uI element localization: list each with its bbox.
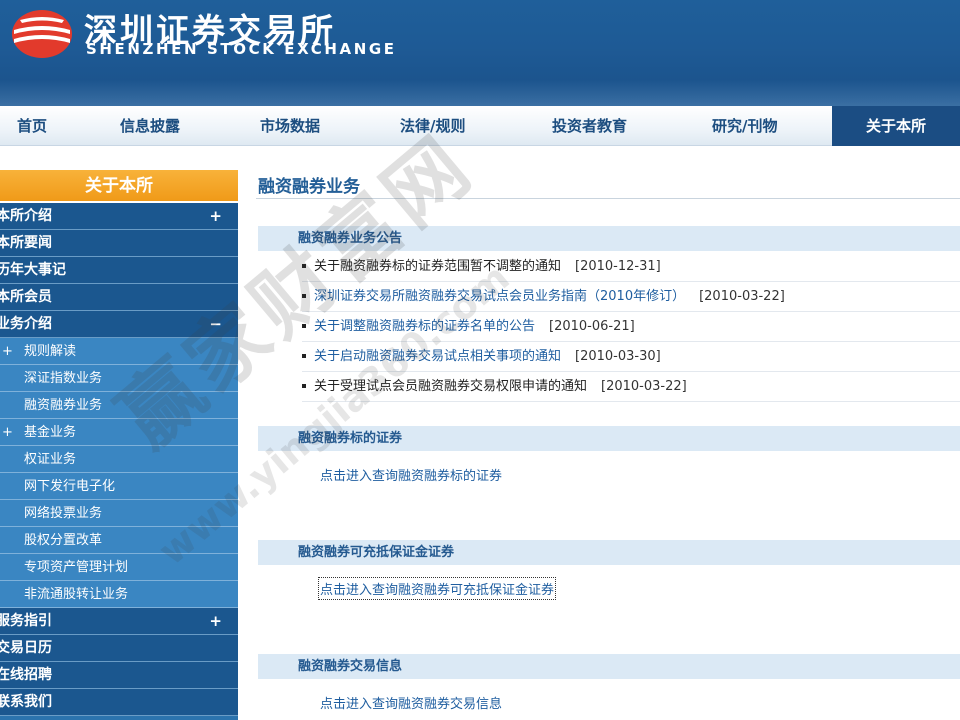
eligible-securities-query-link[interactable]: 点击进入查询融资融券标的证券 bbox=[320, 465, 502, 484]
nav-investor-education[interactable]: 投资者教育 bbox=[552, 106, 627, 146]
szse-logo-icon[interactable] bbox=[10, 8, 74, 60]
sidebar-item-recruitment[interactable]: 在线招聘 bbox=[0, 662, 238, 689]
sidebar-item-label: 业务介绍 bbox=[0, 316, 52, 332]
notice-title[interactable]: 深圳证券交易所融资融券交易试点会员业务指南（2010年修订） bbox=[314, 289, 685, 304]
site-header: 深圳证券交易所 SHENZHEN STOCK EXCHANGE bbox=[0, 0, 960, 106]
bullet-icon bbox=[302, 353, 306, 358]
section-header-collateral-securities: 融资融券可充抵保证金证券 bbox=[258, 540, 960, 565]
sidebar-item-label: 联系我们 bbox=[0, 694, 52, 710]
sidebar-subitem-rules[interactable]: + 规则解读 bbox=[0, 338, 238, 365]
sidebar-item-label: 历年大事记 bbox=[0, 262, 66, 278]
sidebar-item-label: 本所会员 bbox=[0, 289, 52, 305]
expand-plus-icon[interactable]: + bbox=[209, 608, 222, 634]
notice-row[interactable]: 深圳证券交易所融资融券交易试点会员业务指南（2010年修订） [2010-03-2… bbox=[302, 282, 960, 312]
sidebar-item-history[interactable]: 历年大事记 bbox=[0, 257, 238, 284]
sidebar-item-label: 交易日历 bbox=[0, 640, 52, 656]
sidebar-subitem-label: 专项资产管理计划 bbox=[24, 560, 129, 575]
sidebar-item-label: 在线招聘 bbox=[0, 667, 52, 683]
expand-plus-icon[interactable]: + bbox=[2, 338, 13, 364]
sidebar-subitem-warrants[interactable]: 权证业务 bbox=[0, 446, 238, 473]
sidebar: 关于本所 本所介绍 + 本所要闻 历年大事记 本所会员 业务介绍 − + 规则解… bbox=[0, 170, 238, 720]
nav-about-us[interactable]: 关于本所 bbox=[832, 106, 960, 146]
nav-market-data[interactable]: 市场数据 bbox=[260, 106, 320, 146]
sidebar-item-news[interactable]: 本所要闻 bbox=[0, 230, 238, 257]
title-divider bbox=[256, 198, 960, 199]
top-navigation: 首页 信息披露 市场数据 法律/规则 投资者教育 研究/刊物 关于本所 bbox=[0, 106, 960, 146]
sidebar-item-calendar[interactable]: 交易日历 bbox=[0, 635, 238, 662]
notice-title[interactable]: 关于启动融资融券交易试点相关事项的通知 bbox=[314, 349, 561, 364]
sidebar-subitem-label: 深证指数业务 bbox=[24, 371, 103, 386]
section-header-announcements: 融资融券业务公告 bbox=[258, 226, 960, 251]
sidebar-subitem-label: 融资融券业务 bbox=[24, 398, 103, 413]
bullet-icon bbox=[302, 323, 306, 328]
notice-title[interactable]: 关于受理试点会员融资融券交易权限申请的通知 bbox=[314, 379, 587, 394]
sidebar-item-label: 本所介绍 bbox=[0, 208, 52, 224]
sidebar-subitem-offline-issuance[interactable]: 网下发行电子化 bbox=[0, 473, 238, 500]
sidebar-item-contact[interactable]: 联系我们 bbox=[0, 689, 238, 716]
section-header-eligible-securities: 融资融券标的证券 bbox=[258, 426, 960, 451]
expand-plus-icon[interactable]: + bbox=[2, 419, 13, 445]
sidebar-subitem-label: 非流通股转让业务 bbox=[24, 587, 129, 602]
notice-title[interactable]: 关于调整融资融券标的证券名单的公告 bbox=[314, 319, 535, 334]
notice-date: [2010-03-22] bbox=[699, 289, 785, 304]
notice-row[interactable]: 关于受理试点会员融资融券交易权限申请的通知 [2010-03-22] bbox=[302, 372, 960, 402]
sidebar-subitem-label: 网下发行电子化 bbox=[24, 479, 116, 494]
logo-english-text: SHENZHEN STOCK EXCHANGE bbox=[86, 40, 397, 58]
sidebar-item-about[interactable]: 本所介绍 + bbox=[0, 203, 238, 230]
sidebar-item-members[interactable]: 本所会员 bbox=[0, 284, 238, 311]
sidebar-subitem-label: 网络投票业务 bbox=[24, 506, 103, 521]
sidebar-subitem-margin-trading[interactable]: 融资融券业务 bbox=[0, 392, 238, 419]
collapse-minus-icon[interactable]: − bbox=[209, 311, 222, 337]
section-header-trading-info: 融资融券交易信息 bbox=[258, 654, 960, 679]
page-title: 融资融券业务 bbox=[258, 177, 360, 197]
sidebar-subitem-label: 规则解读 bbox=[24, 344, 77, 359]
notice-row[interactable]: 关于融资融券标的证券范围暂不调整的通知 [2010-12-31] bbox=[302, 252, 960, 282]
notice-date: [2010-03-22] bbox=[601, 379, 687, 394]
sidebar-subitem-label: 基金业务 bbox=[24, 425, 77, 440]
notice-title[interactable]: 关于融资融券标的证券范围暂不调整的通知 bbox=[314, 259, 561, 274]
sidebar-subitem-asset-mgmt[interactable]: 专项资产管理计划 bbox=[0, 554, 238, 581]
sidebar-item-business[interactable]: 业务介绍 − bbox=[0, 311, 238, 338]
bullet-icon bbox=[302, 293, 306, 298]
nav-research[interactable]: 研究/刊物 bbox=[712, 106, 777, 146]
nav-laws-rules[interactable]: 法律/规则 bbox=[400, 106, 465, 146]
sidebar-subitem-online-voting[interactable]: 网络投票业务 bbox=[0, 500, 238, 527]
sidebar-item-label: 本所要闻 bbox=[0, 235, 52, 251]
nav-home[interactable]: 首页 bbox=[17, 106, 47, 146]
sidebar-subitem-nontradable[interactable]: 非流通股转让业务 bbox=[0, 581, 238, 608]
notice-row[interactable]: 关于启动融资融券交易试点相关事项的通知 [2010-03-30] bbox=[302, 342, 960, 372]
collateral-securities-query-link[interactable]: 点击进入查询融资融券可充抵保证金证券 bbox=[317, 577, 557, 600]
notice-date: [2010-12-31] bbox=[575, 259, 661, 274]
bullet-icon bbox=[302, 263, 306, 268]
sidebar-subitem-funds[interactable]: + 基金业务 bbox=[0, 419, 238, 446]
notice-row[interactable]: 关于调整融资融券标的证券名单的公告 [2010-06-21] bbox=[302, 312, 960, 342]
sidebar-title: 关于本所 bbox=[0, 170, 238, 203]
sidebar-subitem-label: 权证业务 bbox=[24, 452, 77, 467]
sidebar-subitem-index[interactable]: 深证指数业务 bbox=[0, 365, 238, 392]
sidebar-subitem-label: 股权分置改革 bbox=[24, 533, 103, 548]
nav-disclosure[interactable]: 信息披露 bbox=[120, 106, 180, 146]
bullet-icon bbox=[302, 383, 306, 388]
sidebar-item-service[interactable]: 服务指引 + bbox=[0, 608, 238, 635]
trading-info-query-link[interactable]: 点击进入查询融资融券交易信息 bbox=[320, 693, 502, 712]
notice-date: [2010-06-21] bbox=[549, 319, 635, 334]
sidebar-item-label: 服务指引 bbox=[0, 613, 52, 629]
sidebar-subitem-share-reform[interactable]: 股权分置改革 bbox=[0, 527, 238, 554]
expand-plus-icon[interactable]: + bbox=[209, 203, 222, 229]
notice-date: [2010-03-30] bbox=[575, 349, 661, 364]
